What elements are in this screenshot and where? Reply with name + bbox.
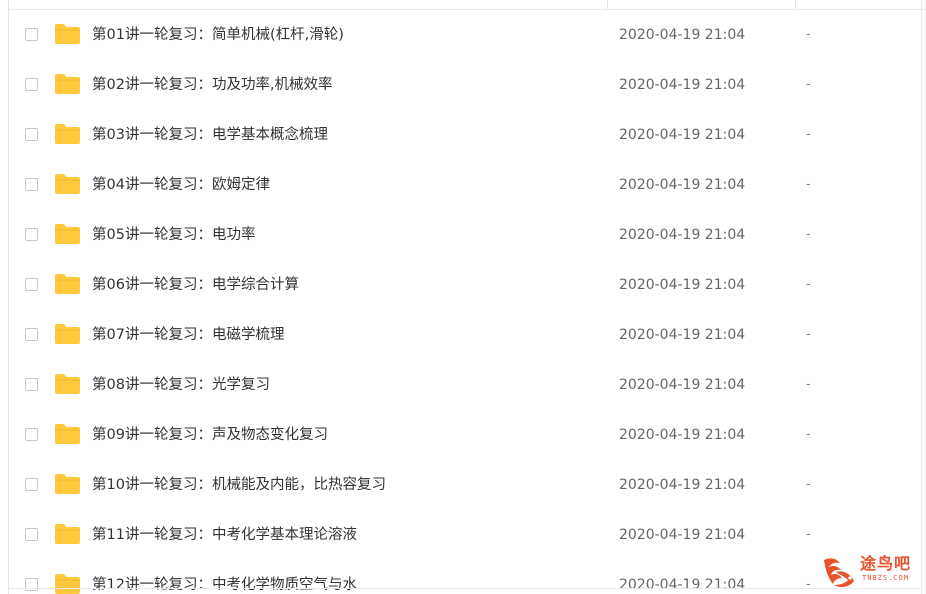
file-size: - — [806, 27, 811, 42]
bird-logo-icon — [824, 558, 854, 588]
modified-date: 2020-04-19 21:04 — [619, 577, 746, 593]
row-checkbox[interactable] — [25, 178, 38, 191]
row-checkbox[interactable] — [25, 578, 38, 591]
modified-date: 2020-04-19 21:04 — [619, 227, 746, 243]
folder-icon[interactable] — [54, 223, 81, 245]
site-watermark-logo: 途鸟吧 TNBZS.COM — [820, 552, 920, 594]
file-row[interactable]: 第07讲一轮复习：电磁学梳理 2020-04-19 21:04 - — [9, 310, 921, 360]
folder-icon[interactable] — [54, 173, 81, 195]
file-size: - — [806, 377, 811, 392]
file-name-link[interactable]: 第04讲一轮复习：欧姆定律 — [92, 175, 270, 195]
file-row[interactable]: 第03讲一轮复习：电学基本概念梳理 2020-04-19 21:04 - — [9, 110, 921, 160]
file-row[interactable]: 第11讲一轮复习：中考化学基本理论溶液 2020-04-19 21:04 - — [9, 510, 921, 560]
folder-icon[interactable] — [54, 373, 81, 395]
folder-icon[interactable] — [54, 523, 81, 545]
file-row[interactable]: 第08讲一轮复习：光学复习 2020-04-19 21:04 - — [9, 360, 921, 410]
file-name-link[interactable]: 第11讲一轮复习：中考化学基本理论溶液 — [92, 525, 357, 545]
row-checkbox[interactable] — [25, 478, 38, 491]
folder-icon[interactable] — [54, 573, 81, 594]
file-size: - — [806, 427, 811, 442]
row-checkbox[interactable] — [25, 378, 38, 391]
folder-icon[interactable] — [54, 323, 81, 345]
row-checkbox[interactable] — [25, 528, 38, 541]
folder-icon[interactable] — [54, 123, 81, 145]
modified-date: 2020-04-19 21:04 — [619, 327, 746, 343]
file-name-link[interactable]: 第02讲一轮复习：功及功率,机械效率 — [92, 75, 333, 95]
file-list-window: 第01讲一轮复习：简单机械(杠杆,滑轮) 2020-04-19 21:04- 第02… — [0, 0, 926, 594]
modified-date: 2020-04-19 21:04 — [619, 77, 746, 93]
file-row[interactable]: 第02讲一轮复习：功及功率,机械效率 2020-04-19 21:04 - — [9, 60, 921, 110]
file-name-link[interactable]: 第09讲一轮复习：声及物态变化复习 — [92, 425, 328, 445]
file-name-link[interactable]: 第05讲一轮复习：电功率 — [92, 225, 255, 245]
modified-date: 2020-04-19 21:04 — [619, 377, 746, 393]
file-row[interactable]: 第09讲一轮复习：声及物态变化复习 2020-04-19 21:04 - — [9, 410, 921, 460]
modified-date: 2020-04-19 21:04 — [619, 477, 746, 493]
file-row[interactable]: 第01讲一轮复习：简单机械(杠杆,滑轮) 2020-04-19 21:04 - — [9, 10, 921, 60]
folder-icon[interactable] — [54, 473, 81, 495]
list-bottom-border — [9, 588, 921, 589]
file-name-link[interactable]: 第10讲一轮复习：机械能及内能，比热容复习 — [92, 475, 386, 495]
folder-icon[interactable] — [54, 273, 81, 295]
row-checkbox[interactable] — [25, 328, 38, 341]
file-name-link[interactable]: 第01讲一轮复习：简单机械(杠杆,滑轮) — [92, 25, 344, 45]
column-divider-modified[interactable] — [607, 0, 608, 9]
file-name-link[interactable]: 第07讲一轮复习：电磁学梳理 — [92, 325, 284, 345]
file-size: - — [806, 277, 811, 292]
file-list: 第01讲一轮复习：简单机械(杠杆,滑轮) 2020-04-19 21:04- 第02… — [9, 10, 921, 594]
watermark-text: 途鸟吧 — [860, 554, 912, 573]
row-checkbox[interactable] — [25, 228, 38, 241]
file-size: - — [806, 327, 811, 342]
file-size: - — [806, 127, 811, 142]
file-size: - — [806, 77, 811, 92]
file-size: - — [806, 577, 811, 592]
modified-date: 2020-04-19 21:04 — [619, 527, 746, 543]
file-size: - — [806, 177, 811, 192]
modified-date: 2020-04-19 21:04 — [619, 27, 746, 43]
column-divider-size[interactable] — [795, 0, 796, 9]
modified-date: 2020-04-19 21:04 — [619, 177, 746, 193]
row-checkbox[interactable] — [25, 28, 38, 41]
folder-icon[interactable] — [54, 423, 81, 445]
row-checkbox[interactable] — [25, 428, 38, 441]
row-checkbox[interactable] — [25, 278, 38, 291]
file-size: - — [806, 477, 811, 492]
scrollbar-track[interactable] — [921, 0, 922, 594]
file-row[interactable]: 第10讲一轮复习：机械能及内能，比热容复习 2020-04-19 21:04 - — [9, 460, 921, 510]
folder-icon[interactable] — [54, 73, 81, 95]
folder-icon[interactable] — [54, 23, 81, 45]
file-name-link[interactable]: 第12讲一轮复习：中考化学物质空气与水 — [92, 575, 357, 594]
file-size: - — [806, 227, 811, 242]
watermark-url: TNBZS.COM — [862, 574, 909, 582]
file-row[interactable]: 第05讲一轮复习：电功率 2020-04-19 21:04 - — [9, 210, 921, 260]
file-row[interactable]: 第04讲一轮复习：欧姆定律 2020-04-19 21:04 - — [9, 160, 921, 210]
column-header-strip — [9, 0, 926, 10]
row-checkbox[interactable] — [25, 78, 38, 91]
file-row[interactable]: 第06讲一轮复习：电学综合计算 2020-04-19 21:04 - — [9, 260, 921, 310]
file-size: - — [806, 527, 811, 542]
modified-date: 2020-04-19 21:04 — [619, 127, 746, 143]
file-name-link[interactable]: 第08讲一轮复习：光学复习 — [92, 375, 270, 395]
modified-date: 2020-04-19 21:04 — [619, 277, 746, 293]
file-name-link[interactable]: 第03讲一轮复习：电学基本概念梳理 — [92, 125, 328, 145]
modified-date: 2020-04-19 21:04 — [619, 427, 746, 443]
file-name-link[interactable]: 第06讲一轮复习：电学综合计算 — [92, 275, 299, 295]
row-checkbox[interactable] — [25, 128, 38, 141]
